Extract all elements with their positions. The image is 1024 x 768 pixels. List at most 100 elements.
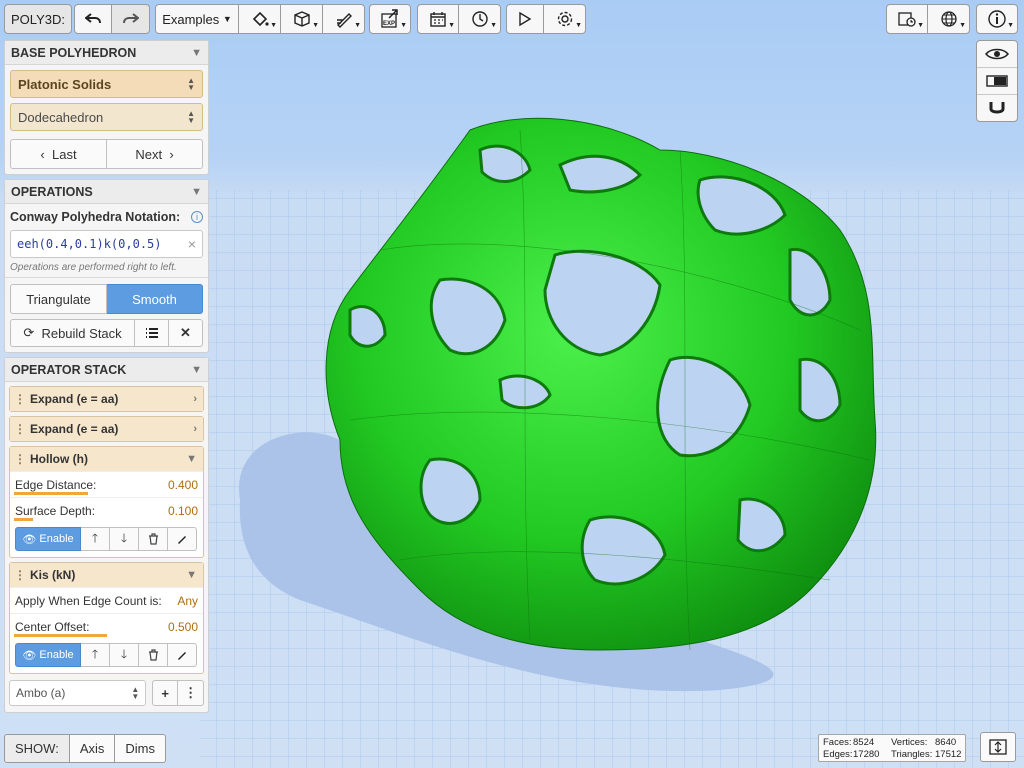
right-toolbar: ▼ ▼ (886, 4, 970, 34)
operator-type-value: Ambo (a) (16, 686, 66, 700)
triangles-value: 17512 (935, 749, 962, 760)
drag-handle-icon[interactable]: ⋮ (14, 392, 26, 406)
play-button[interactable] (506, 4, 544, 34)
edge-count-select[interactable]: Apply When Edge Count is: Any (10, 587, 203, 613)
notation-label: Conway Polyhedra Notation: (10, 210, 181, 224)
move-down-button[interactable]: 🡓 (110, 527, 139, 551)
calendar-clock-icon (898, 12, 916, 27)
settings-button[interactable]: ▼ (544, 4, 586, 34)
smooth-button[interactable]: Smooth (107, 284, 203, 314)
edge-distance-slider[interactable]: Edge Distance: 0.400 (10, 471, 203, 497)
paint-button[interactable]: ▼ (239, 4, 281, 34)
param-label: Apply When Edge Count is: (15, 593, 162, 608)
delete-button[interactable] (139, 527, 168, 551)
arrow-up-icon: 🡑 (91, 646, 99, 661)
edit-operator-button[interactable] (168, 643, 197, 667)
eye-icon (985, 48, 1009, 60)
operator-header[interactable]: ⋮ Expand (e = aa) › (10, 387, 203, 411)
chevron-right-icon: › (193, 393, 197, 405)
snap-button[interactable] (977, 95, 1017, 121)
select-arrows-icon: ▲ ▼ (187, 109, 195, 125)
enable-toggle[interactable]: 👁 Enable (15, 527, 81, 551)
schedule-button[interactable]: ▼ (886, 4, 928, 34)
clear-icon[interactable]: × (188, 236, 196, 252)
chevron-right-icon: › (169, 146, 174, 162)
solid-select[interactable]: Dodecahedron ▲ ▼ (10, 103, 203, 131)
examples-dropdown[interactable]: Examples ▼ (155, 4, 239, 34)
family-select[interactable]: Platonic Solids ▲ ▼ (10, 70, 203, 98)
info-button[interactable]: ▼ (976, 4, 1018, 34)
edges-value: 17280 (853, 749, 880, 760)
dims-toggle[interactable]: Dims (115, 734, 166, 763)
notation-label-row: Conway Polyhedra Notation: i (5, 204, 208, 226)
info-icon (988, 10, 1006, 28)
family-value: Platonic Solids (18, 76, 112, 92)
toggle-view-button[interactable] (977, 68, 1017, 95)
vertices-value: 8640 (935, 737, 957, 748)
surface-depth-slider[interactable]: Surface Depth: 0.100 (10, 497, 203, 523)
mesh-stats: Faces: 8524 Vertices: 8640 Edges: 17280 … (818, 734, 966, 762)
more-options-button[interactable]: ⋮ (178, 680, 204, 706)
clock-button[interactable]: ▼ (459, 4, 501, 34)
chevron-down-icon: ▼ (191, 363, 202, 376)
operator-title: Kis (kN) (30, 568, 76, 582)
shape-button[interactable]: ▼ (281, 4, 323, 34)
add-operator-button[interactable]: + (152, 680, 179, 706)
calendar-button[interactable]: ▼ (417, 4, 459, 34)
list-button[interactable] (135, 319, 169, 347)
center-offset-slider[interactable]: Center Offset: 0.500 (10, 613, 203, 639)
edit-button[interactable]: ▼ (323, 4, 365, 34)
chevron-right-icon: › (193, 423, 197, 435)
toggle-view-icon (986, 75, 1008, 87)
globe-button[interactable]: ▼ (928, 4, 970, 34)
stack-actions: ⟳ Rebuild Stack ✕ (10, 319, 203, 347)
visibility-button[interactable] (977, 41, 1017, 68)
undo-button[interactable] (74, 4, 112, 34)
axis-toggle[interactable]: Axis (69, 734, 116, 763)
playback-group: ▼ (506, 4, 586, 34)
globe-icon (940, 11, 957, 27)
enable-toggle[interactable]: 👁 Enable (15, 643, 81, 667)
delete-button[interactable] (139, 643, 168, 667)
drag-handle-icon[interactable]: ⋮ (14, 452, 26, 466)
move-up-button[interactable]: 🡑 (81, 643, 110, 667)
operator-stack-header[interactable]: OPERATOR STACK ▼ (5, 358, 208, 382)
last-button[interactable]: ‹ Last (10, 139, 107, 169)
move-up-button[interactable]: 🡑 (81, 527, 110, 551)
operator-header[interactable]: ⋮ Expand (e = aa) › (10, 417, 203, 441)
base-polyhedron-header[interactable]: BASE POLYHEDRON ▼ (5, 41, 208, 65)
notation-value: eeh(0.4,0.1)k(0,0.5) (17, 237, 162, 251)
clear-stack-button[interactable]: ✕ (169, 319, 203, 347)
operator-type-select[interactable]: Ambo (a) ▲ ▼ (9, 680, 147, 706)
redo-button[interactable] (112, 4, 150, 34)
triangulate-button[interactable]: Triangulate (10, 284, 107, 314)
caret-down-icon: ▼ (222, 14, 232, 24)
info-icon[interactable]: i (191, 211, 203, 223)
trash-icon (148, 533, 158, 545)
app-title-button[interactable]: POLY3D: (4, 4, 72, 34)
nav-buttons: ‹ Last Next › (10, 139, 203, 169)
notation-hint: Operations are performed right to left. (5, 260, 208, 278)
edit-operator-button[interactable] (168, 527, 197, 551)
fit-view-button[interactable] (980, 732, 1016, 762)
enable-label: Enable (39, 533, 74, 545)
refresh-icon: ⟳ (23, 325, 35, 340)
slider-fill (14, 492, 88, 495)
gear-icon (557, 11, 572, 27)
list-icon (145, 328, 158, 338)
rebuild-stack-button[interactable]: ⟳ Rebuild Stack (10, 319, 135, 347)
undo-icon (85, 13, 101, 24)
export-group: EXP ▼ (369, 4, 411, 34)
history-group (74, 4, 150, 34)
slider-fill (14, 518, 33, 521)
operator-header[interactable]: ⋮ Hollow (h) ▼ (10, 447, 203, 471)
fit-view-icon (989, 739, 1007, 755)
notation-input[interactable]: eeh(0.4,0.1)k(0,0.5) × (10, 230, 203, 258)
export-button[interactable]: EXP ▼ (369, 4, 411, 34)
drag-handle-icon[interactable]: ⋮ (14, 422, 26, 436)
operations-header[interactable]: OPERATIONS ▼ (5, 180, 208, 204)
move-down-button[interactable]: 🡓 (110, 643, 139, 667)
drag-handle-icon[interactable]: ⋮ (14, 568, 26, 582)
operator-header[interactable]: ⋮ Kis (kN) ▼ (10, 563, 203, 587)
next-button[interactable]: Next › (107, 139, 203, 169)
